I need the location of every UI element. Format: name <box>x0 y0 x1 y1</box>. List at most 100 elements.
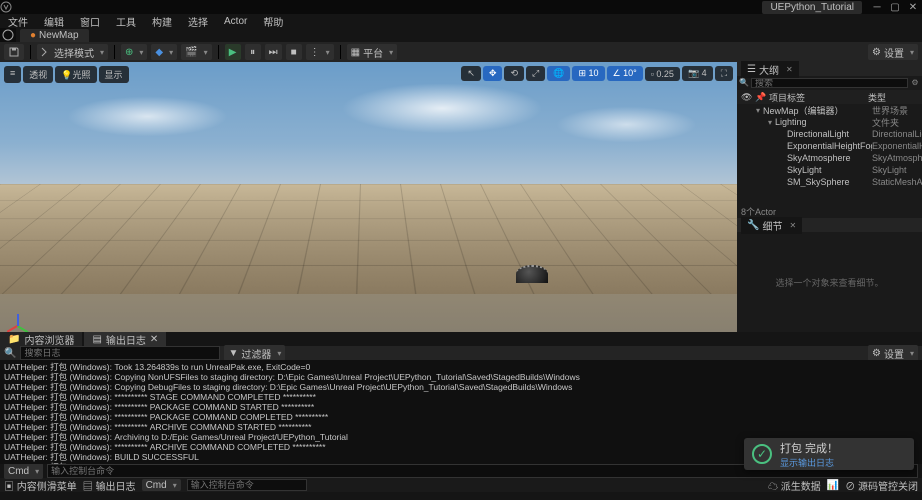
log-filter[interactable]: ▼过滤器 <box>224 345 285 361</box>
save-button[interactable] <box>4 44 24 60</box>
search-icon: 🔍 <box>739 78 749 88</box>
vp-angle-snap[interactable]: ∠ 10° <box>607 66 643 81</box>
content-browser-tab[interactable]: 📁内容浏览器 <box>0 331 82 348</box>
bulb-icon: 💡 <box>61 70 72 80</box>
platform-dropdown[interactable]: ▦平台 <box>347 44 397 60</box>
log-search[interactable] <box>20 346 220 360</box>
right-panel: ☰大纲✕ 🔍 ⚙ 👁 📌 项目标签 类型 ▾NewMap（编辑器）世界场景▾Li… <box>737 62 922 332</box>
vp-perspective[interactable]: 透视 <box>23 66 53 83</box>
log-line: UATHelper: 打包 (Windows): Copying DebugFi… <box>4 382 918 392</box>
toast-notification: ✓ 打包 完成！ 显示输出日志 <box>744 438 914 470</box>
mode-dropdown[interactable]: 选择模式 <box>37 44 108 60</box>
close-icon[interactable]: ✕ <box>789 221 796 230</box>
floor-grid <box>0 184 737 293</box>
project-name: UEPython_Tutorial <box>762 1 862 14</box>
menu-tools[interactable]: 工具 <box>108 14 144 29</box>
actor-sphere[interactable] <box>516 265 548 283</box>
maximize-button[interactable]: ▢ <box>886 0 904 14</box>
status-log-button[interactable]: ▤ 输出日志 <box>83 478 136 493</box>
vp-scale-icon[interactable]: ⤢ <box>526 66 545 81</box>
tree-row[interactable]: ▾Lighting文件夹 <box>737 116 922 128</box>
outliner-search[interactable] <box>751 78 908 88</box>
status-cmd-type[interactable]: Cmd <box>142 479 181 491</box>
vp-lit[interactable]: 💡光照 <box>55 66 96 83</box>
skip-button[interactable]: ⏭ <box>265 44 282 60</box>
vp-rotate-icon[interactable]: ⟲ <box>504 66 524 81</box>
status-cmd-input[interactable] <box>187 479 307 491</box>
close-icon[interactable]: ✕ <box>150 334 158 345</box>
details-empty: 选择一个对象来查看细节。 <box>737 232 922 332</box>
log-line: UATHelper: 打包 (Windows): Took 13.264839s… <box>4 362 918 372</box>
ue-logo-small-icon <box>0 28 16 42</box>
details-tab-row: 🔧细节✕ <box>737 218 922 232</box>
bottom-tabs: 📁内容浏览器 ▤输出日志✕ <box>0 332 922 346</box>
menu-build[interactable]: 构建 <box>144 14 180 29</box>
menu-file[interactable]: 文件 <box>0 14 36 29</box>
menu-actor[interactable]: Actor <box>216 16 255 27</box>
titlebar: UEPython_Tutorial ─ ▢ ✕ <box>0 0 922 14</box>
axis-gizmo <box>6 302 30 326</box>
map-tab-label: NewMap <box>39 30 78 41</box>
tree-row[interactable]: SkyAtmosphereSkyAtmosphere <box>737 152 922 164</box>
vp-select-icon[interactable]: ↖ <box>461 66 481 81</box>
play-options[interactable]: ⋮ <box>306 44 334 60</box>
filter-icon[interactable]: ⚙ <box>910 78 920 88</box>
vp-move-icon[interactable]: ✥ <box>483 66 503 81</box>
log-line: UATHelper: 打包 (Windows): ********** ARCH… <box>4 422 918 432</box>
tree-row[interactable]: SM_SkySphereStaticMeshActor <box>737 176 922 188</box>
document-tabs: ●NewMap <box>0 28 922 42</box>
viewport[interactable]: ≡ 透视 💡光照 显示 ↖ ✥ ⟲ ⤢ 🌐 ⊞ 10 ∠ 10° ▫ 0.25 … <box>0 62 737 332</box>
search-icon: 🔍 <box>4 348 16 359</box>
tree-row[interactable]: ▾NewMap（编辑器）世界场景 <box>737 104 922 116</box>
filter-icon: ▼ <box>228 348 238 359</box>
tree-row[interactable]: ExponentialHeightFogExponentialHeightFog <box>737 140 922 152</box>
col-type[interactable]: 类型 <box>868 91 918 104</box>
toast-link[interactable]: 显示输出日志 <box>780 456 838 469</box>
menu-help[interactable]: 帮助 <box>255 14 291 29</box>
ue-logo-icon <box>0 1 10 13</box>
blueprint-dropdown[interactable]: ◆ <box>151 44 177 60</box>
stop-button[interactable]: ■ <box>286 44 302 60</box>
minimize-button[interactable]: ─ <box>868 0 886 14</box>
tree-row[interactable]: DirectionalLightDirectionalLight <box>737 128 922 140</box>
log-toolbar: 🔍 ▼过滤器 ⚙设置 <box>0 346 922 360</box>
vp-grid-snap[interactable]: ⊞ 10 <box>572 66 604 81</box>
content-drawer-button[interactable]: ▣ 内容侧滑菜单 <box>4 478 77 493</box>
add-dropdown[interactable]: ⊕ <box>121 44 147 60</box>
vp-maximize-icon[interactable]: ⛶ <box>715 66 733 81</box>
vp-scale-snap[interactable]: ▫ 0.25 <box>645 67 680 81</box>
vp-menu-icon[interactable]: ≡ <box>4 66 21 83</box>
settings-dropdown[interactable]: ⚙设置 <box>868 44 918 60</box>
success-check-icon: ✓ <box>752 444 772 464</box>
cinematics-dropdown[interactable]: 🎬 <box>181 44 211 60</box>
eye-icon[interactable]: 👁 <box>741 92 751 103</box>
menu-select[interactable]: 选择 <box>180 14 216 29</box>
log-settings[interactable]: ⚙设置 <box>868 345 918 361</box>
source-control[interactable]: ⊘ 源码管控关闭 <box>845 478 918 493</box>
log-line: UATHelper: 打包 (Windows): ********** STAG… <box>4 392 918 402</box>
pin-icon[interactable]: 📌 <box>755 92 765 103</box>
details-tab[interactable]: 🔧细节✕ <box>741 217 802 234</box>
output-log-tab[interactable]: ▤输出日志✕ <box>84 331 166 348</box>
toast-title: 打包 完成！ <box>780 440 838 456</box>
vp-show[interactable]: 显示 <box>99 66 129 83</box>
tree-row[interactable]: SkyLightSkyLight <box>737 164 922 176</box>
vp-camera-speed[interactable]: 📷 4 <box>682 66 713 81</box>
menu-edit[interactable]: 编辑 <box>36 14 72 29</box>
stats-icon[interactable]: 📊 <box>827 480 839 491</box>
col-label[interactable]: 项目标签 <box>769 91 864 104</box>
main-toolbar: 选择模式 ⊕ ◆ 🎬 ▶ ⏸ ⏭ ■ ⋮ ▦平台 ⚙设置 <box>0 42 922 62</box>
play-button[interactable]: ▶ <box>225 44 241 60</box>
pause-button[interactable]: ⏸ <box>245 44 261 60</box>
menu-window[interactable]: 窗口 <box>72 14 108 29</box>
details-icon: 🔧 <box>747 220 759 231</box>
log-line: UATHelper: 打包 (Windows): Copying NonUFSF… <box>4 372 918 382</box>
close-icon[interactable]: ✕ <box>786 65 793 74</box>
main-area: ≡ 透视 💡光照 显示 ↖ ✥ ⟲ ⤢ 🌐 ⊞ 10 ∠ 10° ▫ 0.25 … <box>0 62 922 332</box>
outliner-tree[interactable]: ▾NewMap（编辑器）世界场景▾Lighting文件夹DirectionalL… <box>737 104 922 204</box>
outliner-tab[interactable]: ☰大纲✕ <box>741 61 799 78</box>
vp-globe-icon[interactable]: 🌐 <box>547 66 570 81</box>
map-tab[interactable]: ●NewMap <box>20 29 89 42</box>
close-button[interactable]: ✕ <box>904 0 922 14</box>
derived-data[interactable]: ☁ 派生数据 <box>768 478 821 493</box>
